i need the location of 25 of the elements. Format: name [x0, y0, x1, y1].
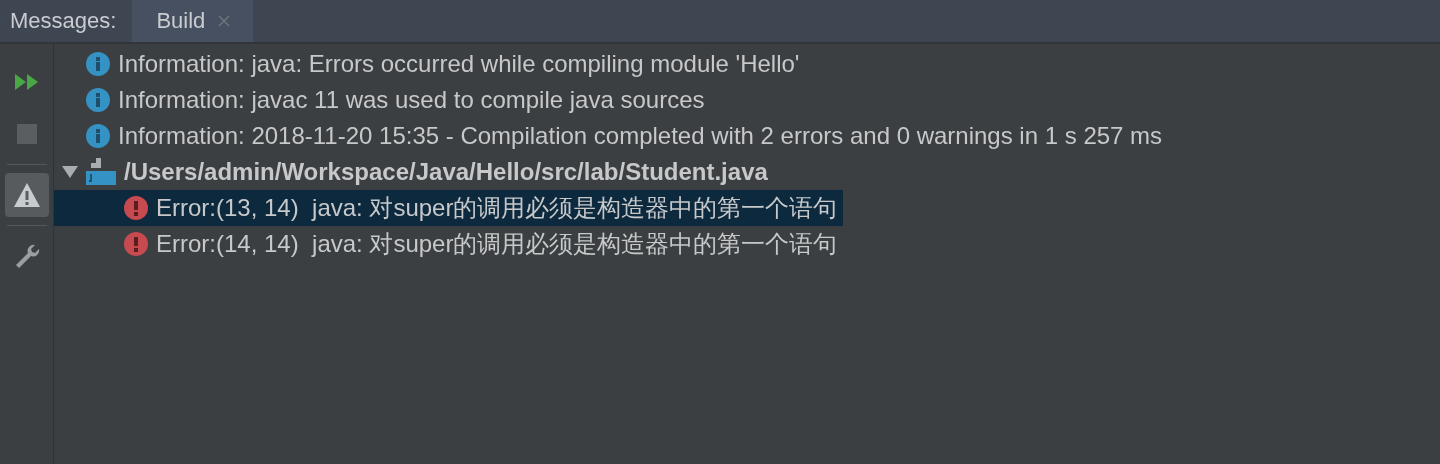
message-row[interactable]: /Users/admin/Workspace/Java/Hello/src/lab/Student.java — [54, 154, 774, 190]
warnings-button[interactable] — [4, 173, 49, 217]
file-path: /Users/admin/Workspace/Java/Hello/src/lab/Student.java — [124, 158, 768, 186]
warning-icon — [12, 182, 41, 208]
double-play-icon — [13, 72, 40, 92]
panel-label: Messages: — [9, 7, 118, 35]
message-row[interactable]: Information: javac 11 was used to compile java sources — [54, 82, 711, 118]
build-tab[interactable]: Build — [132, 0, 254, 42]
message-row[interactable]: Information: 2018-11-20 15:35 - Compilation completed with 2 errors and 0 warnings in 1 s 257 ms — [54, 118, 1169, 154]
error-icon — [124, 232, 148, 256]
expanded-arrow-icon[interactable] — [62, 165, 78, 179]
message-text: Information: javac 11 was used to compile java sources — [118, 86, 705, 114]
java-file-icon — [86, 158, 116, 186]
info-icon — [86, 52, 110, 76]
message-text: Error:(14, 14) java: 对super的调用必须是构造器中的第一个语句 — [156, 229, 838, 259]
message-text: Error:(13, 14) java: 对super的调用必须是构造器中的第一个语句 — [156, 193, 838, 223]
message-row[interactable]: Error:(13, 14) java: 对super的调用必须是构造器中的第一个语句 — [54, 190, 844, 226]
error-icon — [124, 196, 148, 220]
info-icon — [86, 124, 110, 148]
info-icon — [86, 88, 110, 112]
message-row[interactable]: Error:(14, 14) java: 对super的调用必须是构造器中的第一个语句 — [54, 226, 844, 262]
stop-icon — [16, 124, 37, 144]
message-text: Information: java: Errors occurred while compiling module 'Hello' — [118, 50, 800, 78]
message-row[interactable]: Information: java: Errors occurred while compiling module 'Hello' — [54, 46, 806, 82]
message-text: Information: 2018-11-20 15:35 - Compilation completed with 2 errors and 0 warnings in 1 s 257 ms — [118, 122, 1163, 150]
